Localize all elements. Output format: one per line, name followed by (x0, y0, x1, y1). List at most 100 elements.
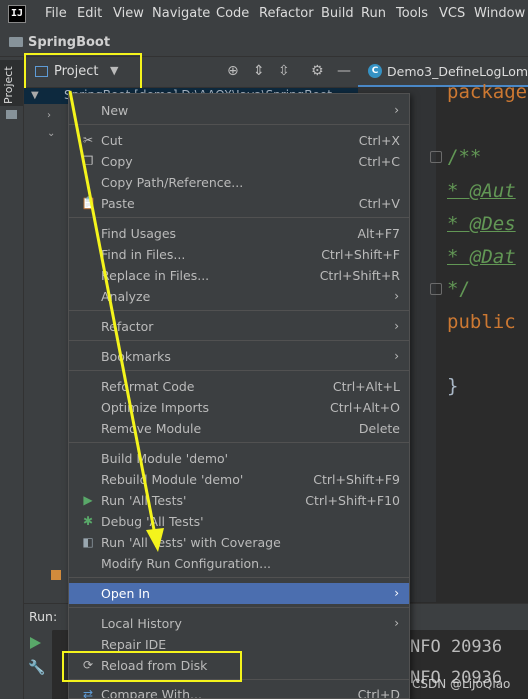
menu-item-label: Compare With... (101, 687, 202, 699)
chevron-right-icon: › (394, 103, 399, 117)
code-line: * @Des (447, 213, 516, 235)
code-line: * @Dat (447, 246, 516, 268)
menu-item-optimize-imports[interactable]: Optimize Imports Ctrl+Alt+O (69, 397, 409, 418)
editor-tab[interactable]: Demo3_DefineLogLombok (387, 64, 528, 79)
menu-item-shortcut: Alt+F7 (357, 226, 400, 241)
coverage-icon: ◧ (82, 535, 94, 549)
gear-icon[interactable]: ⚙ (311, 63, 324, 79)
menu-separator (69, 310, 409, 311)
collapse-all-icon[interactable]: ⇳ (278, 63, 290, 79)
menu-item-label: Repair IDE (101, 637, 167, 652)
menu-tools[interactable]: Tools (396, 6, 428, 21)
menu-item-label: Build Module 'demo' (101, 451, 229, 466)
menu-item-shortcut: Ctrl+Shift+F9 (313, 472, 400, 487)
menu-item-remove-module[interactable]: Remove Module Delete (69, 418, 409, 439)
menu-item-label: Reformat Code (101, 379, 195, 394)
chevron-right-icon: › (394, 289, 399, 303)
menu-item-run-all-tests[interactable]: ▶ Run 'All Tests' Ctrl+Shift+F10 (69, 490, 409, 511)
menu-item-shortcut: Delete (358, 421, 400, 436)
paste-icon: 📋 (81, 196, 96, 210)
code-line: */ (447, 278, 470, 300)
scissors-icon: ✂ (82, 133, 94, 147)
menu-item-reformat-code[interactable]: Reformat Code Ctrl+Alt+L (69, 376, 409, 397)
menu-item-replace-in-files[interactable]: Replace in Files... Ctrl+Shift+R (69, 265, 409, 286)
menu-view[interactable]: View (113, 6, 144, 21)
menu-item-find-in-files[interactable]: Find in Files... Ctrl+Shift+F (69, 244, 409, 265)
menu-item-shortcut: Ctrl+Shift+F (321, 247, 400, 262)
menu-item-label: Debug 'All Tests' (101, 514, 204, 529)
menu-item-run-with-coverage[interactable]: ◧ Run 'All Tests' with Coverage (69, 532, 409, 553)
menu-item-shortcut: Ctrl+Alt+O (330, 400, 400, 415)
menu-item-label: Local History (101, 616, 182, 631)
locate-icon[interactable]: ⊕ (227, 63, 239, 79)
menu-item-build-module[interactable]: Build Module 'demo' (69, 448, 409, 469)
expand-all-icon[interactable]: ⇕ (253, 63, 265, 79)
menu-item-copy[interactable]: ❐ Copy Ctrl+C (69, 151, 409, 172)
menu-item-label: Replace in Files... (101, 268, 210, 283)
menu-item-label: Cut (101, 133, 123, 148)
menu-window[interactable]: Window (474, 6, 525, 21)
chevron-down-icon[interactable]: ⌄ (47, 128, 55, 139)
menu-vcs[interactable]: VCS (439, 6, 465, 21)
copy-icon: ❐ (82, 154, 94, 168)
project-side-tab-label[interactable]: Project (2, 66, 15, 104)
menu-item-label: Refactor (101, 319, 154, 334)
menu-item-refactor[interactable]: Refactor › (69, 316, 409, 337)
menu-item-analyze[interactable]: Analyze › (69, 286, 409, 307)
menu-item-shortcut: Ctrl+C (358, 154, 400, 169)
menu-item-shortcut: Ctrl+Shift+F10 (305, 493, 400, 508)
menu-code[interactable]: Code (216, 6, 249, 21)
console-line: NFO 20936 (410, 637, 503, 657)
menu-item-shortcut: Ctrl+Shift+R (319, 268, 400, 283)
menu-item-label: New (101, 103, 129, 118)
play-icon[interactable] (30, 637, 41, 649)
menu-item-bookmarks[interactable]: Bookmarks › (69, 346, 409, 367)
menu-item-rebuild-module[interactable]: Rebuild Module 'demo' Ctrl+Shift+F9 (69, 469, 409, 490)
menu-item-label: Run 'All Tests' with Coverage (101, 535, 281, 550)
code-line: /** (447, 146, 482, 168)
menu-item-shortcut: Ctrl+D (357, 687, 400, 699)
hide-panel-icon[interactable]: — (337, 63, 351, 79)
menu-item-label: Copy (101, 154, 133, 169)
chevron-right-icon: › (394, 586, 399, 600)
menu-separator (69, 442, 409, 443)
run-icon: ▶ (83, 493, 93, 507)
breadcrumb-project-name[interactable]: SpringBoot (28, 35, 110, 50)
chevron-down-icon[interactable]: ▼ (31, 90, 39, 101)
menu-refactor[interactable]: Refactor (259, 6, 314, 21)
menu-item-open-in[interactable]: Open In › (69, 583, 409, 604)
folder-icon (51, 570, 61, 580)
menu-item-new[interactable]: New › (69, 100, 409, 121)
menu-file[interactable]: File (45, 6, 67, 21)
menu-separator (69, 607, 409, 608)
menu-build[interactable]: Build (321, 6, 354, 21)
menu-item-paste[interactable]: 📋 Paste Ctrl+V (69, 193, 409, 214)
menu-item-local-history[interactable]: Local History › (69, 613, 409, 634)
chevron-right-icon: › (394, 349, 399, 363)
menu-item-cut[interactable]: ✂ Cut Ctrl+X (69, 130, 409, 151)
menu-item-label: Paste (101, 196, 135, 211)
chevron-right-icon[interactable]: › (47, 110, 51, 121)
menu-item-label: Optimize Imports (101, 400, 210, 415)
menu-item-copy-path[interactable]: Copy Path/Reference... (69, 172, 409, 193)
menu-edit[interactable]: Edit (77, 6, 102, 21)
run-panel-label[interactable]: Run: (29, 609, 57, 624)
menu-item-debug-all-tests[interactable]: ✱ Debug 'All Tests' (69, 511, 409, 532)
folder-icon[interactable] (6, 110, 17, 119)
menu-run[interactable]: Run (361, 6, 386, 21)
fold-icon[interactable] (430, 151, 442, 163)
compare-icon: ⇄ (82, 687, 94, 699)
menu-separator (69, 577, 409, 578)
menu-item-compare-with[interactable]: ⇄ Compare With... Ctrl+D (69, 684, 409, 699)
fold-icon[interactable] (430, 283, 442, 295)
code-line: } (447, 375, 459, 397)
wrench-icon[interactable]: 🔧 (28, 660, 45, 676)
menu-item-modify-run-config[interactable]: Modify Run Configuration... (69, 553, 409, 574)
menu-navigate[interactable]: Navigate (152, 6, 210, 21)
context-menu: New › ✂ Cut Ctrl+X ❐ Copy Ctrl+C Copy Pa… (68, 93, 410, 699)
code-line: package (447, 81, 528, 103)
menu-item-label: Find Usages (101, 226, 177, 241)
menu-item-find-usages[interactable]: Find Usages Alt+F7 (69, 223, 409, 244)
menu-item-shortcut: Ctrl+Alt+L (332, 379, 400, 394)
menu-item-label: Copy Path/Reference... (101, 175, 244, 190)
